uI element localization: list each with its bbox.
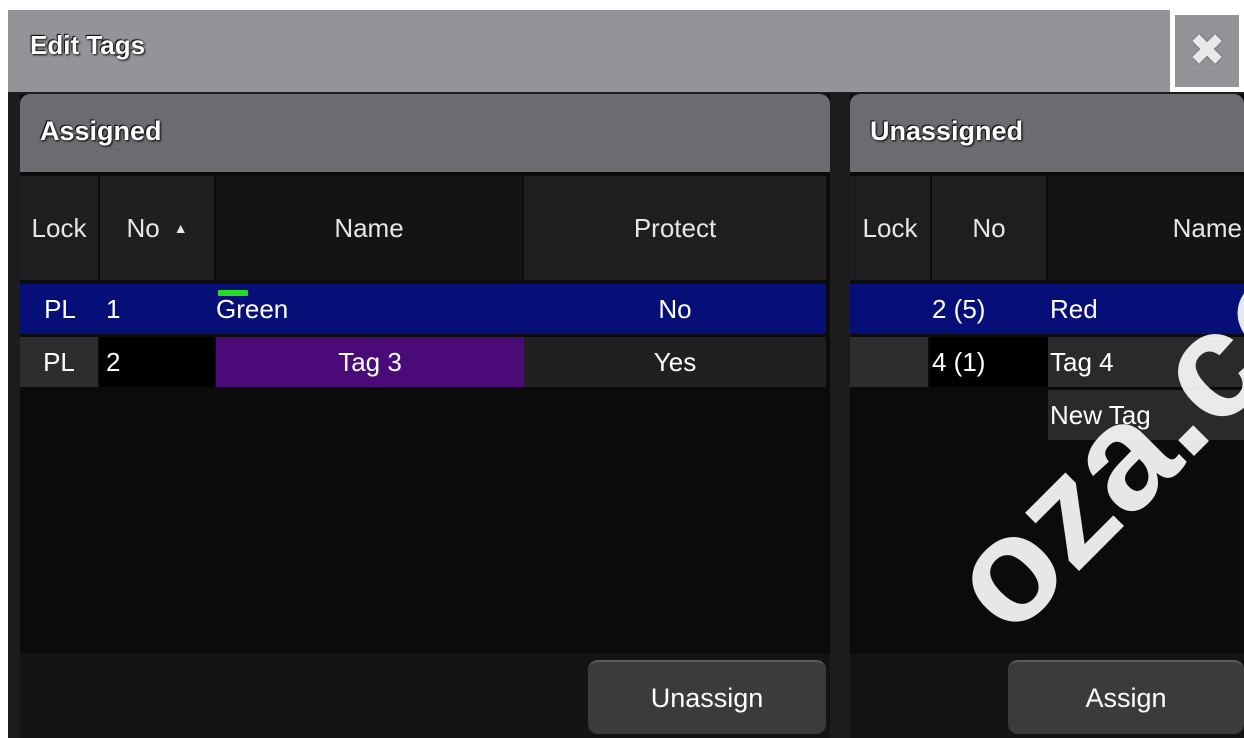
title-bar: Edit Tags ✖	[8, 10, 1244, 92]
col-lock[interactable]: Lock	[850, 176, 930, 280]
cell-name: Green	[216, 284, 524, 334]
cell-protect: Yes	[524, 337, 826, 387]
close-button[interactable]: ✖	[1170, 10, 1244, 92]
cell-no: 2	[100, 337, 214, 387]
cell-name: Red	[1048, 284, 1244, 334]
col-name[interactable]: Name	[1048, 176, 1244, 280]
cell-lock: PL	[20, 337, 98, 387]
unassigned-panel: Unassigned Lock No Name 2 (5) Red 4 (1) …	[850, 94, 1244, 738]
cell-no: 1	[100, 284, 216, 334]
col-no[interactable]: No ▲	[100, 176, 214, 280]
col-no-label: No	[126, 212, 160, 243]
unassigned-panel-header: Unassigned	[850, 94, 1244, 172]
cell-protect: No	[524, 284, 826, 334]
assigned-title: Assigned	[40, 116, 162, 146]
col-name[interactable]: Name	[216, 176, 522, 280]
col-lock-label: Lock	[31, 212, 87, 243]
cell-lock: PL	[20, 284, 100, 334]
col-protect[interactable]: Protect	[524, 176, 826, 280]
cell-name: Tag 3	[216, 337, 524, 387]
unassigned-title: Unassigned	[870, 116, 1024, 146]
cell-lock	[850, 337, 928, 387]
assign-button[interactable]: Assign	[1008, 660, 1244, 734]
col-lock-label: Lock	[862, 212, 918, 243]
close-icon: ✖	[1188, 26, 1226, 75]
assigned-panel-header: Assigned	[20, 94, 830, 172]
col-no[interactable]: No	[932, 176, 1046, 280]
col-name-label: Name	[334, 212, 404, 243]
col-protect-label: Protect	[633, 212, 717, 243]
edit-tags-window: Edit Tags ✖ Assigned Lock No ▲ Name Prot…	[8, 10, 1244, 738]
col-no-label: No	[972, 212, 1006, 243]
cell-no: 4 (1)	[930, 337, 1048, 387]
unassign-button[interactable]: Unassign	[588, 660, 826, 734]
col-lock[interactable]: Lock	[20, 176, 98, 280]
assigned-panel: Assigned Lock No ▲ Name Protect PL 1 Gre…	[20, 94, 830, 738]
window-title: Edit Tags	[30, 30, 146, 60]
col-name-label: Name	[1172, 212, 1242, 243]
cell-no: 2 (5)	[930, 284, 1048, 334]
tag-color-indicator	[218, 290, 248, 296]
cell-name: New Tag	[1048, 390, 1244, 440]
cell-name: Tag 4	[1048, 337, 1244, 387]
cell-lock	[850, 284, 930, 334]
cell-name-text: Green	[216, 293, 289, 324]
sort-ascending-icon: ▲	[173, 220, 188, 236]
